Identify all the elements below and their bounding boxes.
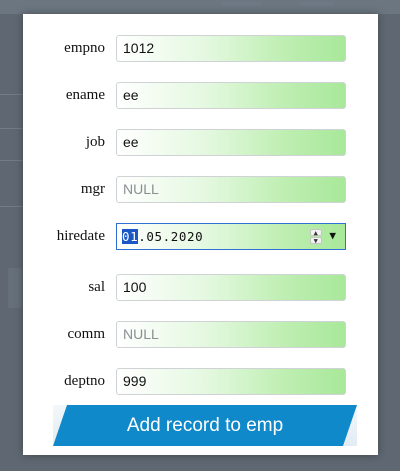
job-input[interactable]: ee (116, 129, 346, 156)
date-stepper[interactable]: ▲ ▼ (310, 229, 322, 245)
sal-input[interactable]: 100 (116, 274, 346, 301)
mgr-input[interactable]: NULL (116, 176, 346, 203)
hiredate-input[interactable]: 01.05.2020 ▲ ▼ ▼ (116, 223, 346, 250)
add-record-button[interactable]: Add record to emp (53, 405, 357, 446)
background-chip (300, 2, 334, 6)
calendar-dropdown-icon[interactable]: ▼ (327, 230, 339, 242)
background-toolbar (0, 0, 400, 14)
add-record-dialog: empno 1012 ename ee job ee mgr NULL hire… (23, 14, 378, 455)
background-line (0, 94, 23, 95)
job-label: job (85, 134, 105, 150)
background-line (0, 206, 23, 207)
background-chip (222, 2, 262, 6)
stepper-up-icon[interactable]: ▲ (310, 229, 322, 237)
hiredate-label: hiredate (56, 228, 105, 244)
hiredate-rest: .05.2020 (138, 229, 204, 244)
deptno-label: deptno (64, 373, 105, 389)
stepper-down-icon[interactable]: ▼ (310, 237, 322, 245)
field-row-comm: comm NULL (23, 321, 378, 348)
empno-label: empno (64, 40, 105, 56)
field-row-empno: empno 1012 (23, 35, 378, 62)
background-line (0, 128, 23, 129)
sal-label: sal (88, 279, 105, 295)
ename-input[interactable]: ee (116, 82, 346, 109)
field-row-ename: ename ee (23, 82, 378, 109)
comm-label: comm (67, 326, 106, 342)
field-row-deptno: deptno 999 (23, 368, 378, 395)
hiredate-day-segment[interactable]: 01 (122, 229, 139, 244)
field-row-sal: sal 100 (23, 274, 378, 301)
field-row-job: job ee (23, 129, 378, 156)
background-tab (8, 268, 22, 308)
field-row-hiredate: hiredate 01.05.2020 ▲ ▼ ▼ (23, 223, 378, 250)
mgr-label: mgr (80, 181, 105, 197)
background-line (0, 160, 23, 161)
ename-label: ename (65, 87, 105, 103)
comm-input[interactable]: NULL (116, 321, 346, 348)
deptno-input[interactable]: 999 (116, 368, 346, 395)
empno-input[interactable]: 1012 (116, 35, 346, 62)
submit-area: Add record to emp (53, 405, 357, 446)
field-row-mgr: mgr NULL (23, 176, 378, 203)
